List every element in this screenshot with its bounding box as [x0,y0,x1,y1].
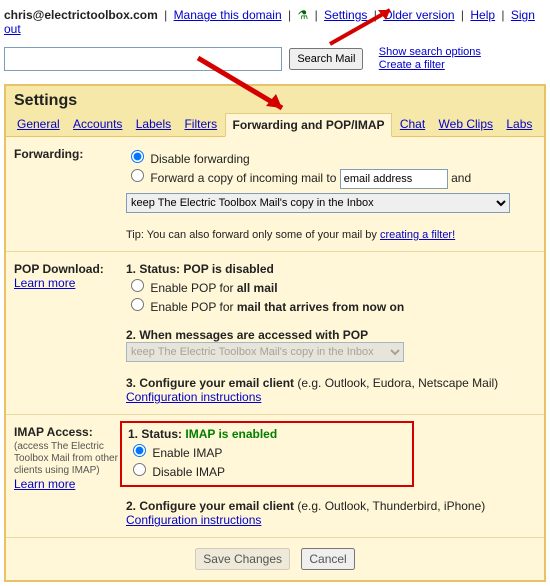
imap-status-value: IMAP is enabled [185,427,277,441]
imap-label: IMAP Access: [14,425,93,439]
imap-enable-radio[interactable] [133,444,146,457]
imap-enable-option[interactable]: Enable IMAP [128,446,222,460]
create-filter-tip-link[interactable]: creating a filter! [380,229,455,241]
imap-sublabel: (access The Electric Toolbox Mail from o… [14,441,126,477]
imap-section: IMAP Access: (access The Electric Toolbo… [6,415,544,538]
show-search-options-link[interactable]: Show search options [379,46,481,58]
search-mail-button[interactable]: Search Mail [289,48,363,70]
tab-labels[interactable]: Labels [131,112,176,136]
forward-keep-select[interactable]: keep The Electric Toolbox Mail's copy in… [126,193,510,213]
pop-enable-all-radio[interactable] [131,279,144,292]
imap-learn-more-link[interactable]: Learn more [14,477,75,491]
settings-link[interactable]: Settings [324,8,367,22]
page-title: Settings [6,86,544,112]
button-row: Save Changes Cancel [6,538,544,580]
imap-configuration-link[interactable]: Configuration instructions [126,513,261,527]
settings-panel: Settings General Accounts Labels Filters… [4,84,546,582]
disable-forwarding-radio[interactable] [131,150,144,163]
pop-enable-now-radio[interactable] [131,298,144,311]
pop-section: POP Download: Learn more 1. Status: POP … [6,252,544,415]
create-filter-link[interactable]: Create a filter [379,59,445,71]
tab-chat[interactable]: Chat [395,112,430,136]
tab-forwarding-pop-imap[interactable]: Forwarding and POP/IMAP [225,113,391,137]
help-link[interactable]: Help [470,8,495,22]
imap-configure-label: 2. Configure your email client [126,499,294,513]
imap-highlight-box: 1. Status: IMAP is enabled Enable IMAP D… [120,421,414,487]
pop-enable-all-option[interactable]: Enable POP for all mail [126,281,278,295]
forward-copy-text: Forward a copy of incoming mail to [150,171,336,185]
pop-label: POP Download: [14,262,104,276]
pop-status-label: 1. Status: [126,262,180,276]
forward-copy-option[interactable]: Forward a copy of incoming mail to [126,171,336,185]
account-email: chris@electrictoolbox.com [4,8,158,22]
tab-labs[interactable]: Labs [501,112,537,136]
pop-accessed-label: 2. When messages are accessed with POP [126,328,368,342]
forward-copy-radio[interactable] [131,169,144,182]
pop-status-value: POP is disabled [183,262,273,276]
pop-enable-now-option[interactable]: Enable POP for mail that arrives from no… [126,300,404,314]
search-input[interactable] [4,47,282,71]
and-text: and [451,171,471,185]
disable-forwarding-text: Disable forwarding [150,152,249,166]
search-row: Search Mail Show search options Create a… [0,42,550,76]
disable-forwarding-option[interactable]: Disable forwarding [126,152,250,166]
imap-disable-radio[interactable] [133,463,146,476]
tab-general[interactable]: General [12,112,65,136]
manage-domain-link[interactable]: Manage this domain [174,8,282,22]
tab-filters[interactable]: Filters [179,112,222,136]
forwarding-tip: Tip: You can also forward only some of y… [126,229,536,241]
settings-tabs: General Accounts Labels Filters Forwardi… [6,112,544,137]
forwarding-label: Forwarding: [14,147,126,241]
imap-disable-option[interactable]: Disable IMAP [128,465,225,479]
cancel-button[interactable]: Cancel [301,548,354,570]
account-topbar: chris@electrictoolbox.com | Manage this … [0,0,550,42]
pop-learn-more-link[interactable]: Learn more [14,276,75,290]
tab-accounts[interactable]: Accounts [68,112,127,136]
save-changes-button[interactable]: Save Changes [195,548,290,570]
pop-configure-label: 3. Configure your email client [126,376,294,390]
forwarding-section: Forwarding: Disable forwarding Forward a… [6,137,544,252]
pop-keep-select: keep The Electric Toolbox Mail's copy in… [126,342,404,362]
labs-flask-icon: ⚗ [297,8,308,22]
tab-web-clips[interactable]: Web Clips [434,112,498,136]
older-version-link[interactable]: Older version [383,8,454,22]
forward-email-input[interactable] [340,169,448,189]
pop-configuration-link[interactable]: Configuration instructions [126,390,261,404]
imap-status-label: 1. Status: [128,427,182,441]
